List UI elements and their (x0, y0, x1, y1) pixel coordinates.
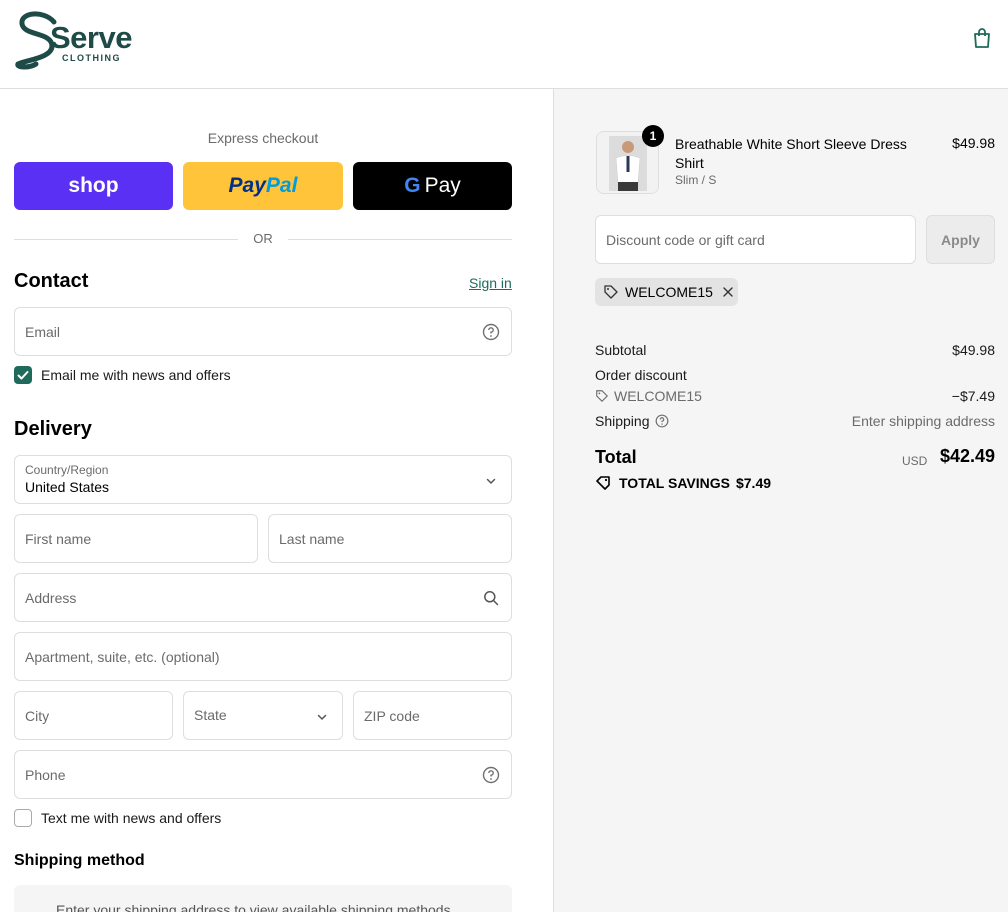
close-icon[interactable] (721, 285, 735, 299)
sms-news-label: Text me with news and offers (41, 810, 222, 826)
express-checkout-title: Express checkout (207, 130, 319, 146)
help-circle-icon[interactable] (655, 414, 669, 428)
applied-code-label: WELCOME15 (625, 284, 713, 300)
zip-field[interactable]: ZIP code (353, 691, 512, 740)
sign-in-link[interactable]: Sign in (469, 275, 512, 291)
chevron-down-icon (317, 714, 327, 721)
shop-pay-label: shop (68, 174, 119, 197)
or-divider-text: OR (253, 231, 273, 246)
logo-word: Serve (50, 20, 132, 55)
state-placeholder: State (194, 707, 227, 723)
google-pay-button[interactable]: G Pay (353, 162, 512, 210)
country-value: United States (25, 479, 110, 495)
sms-news-checkbox[interactable] (14, 809, 32, 827)
checkout-form: Express checkout shop Pay Pal G Pay OR Co… (0, 89, 553, 912)
email-news-checkbox-row[interactable]: Email me with news and offers (14, 366, 231, 384)
total-savings-value: $7.49 (735, 475, 772, 491)
logo-subtitle: CLOTHING (62, 53, 121, 63)
shipping-method-title: Shipping method (14, 852, 145, 869)
shop-pay-button[interactable]: shop (14, 162, 173, 210)
discount-code-input[interactable]: Discount code or gift card (595, 215, 916, 264)
zip-placeholder: ZIP code (364, 708, 420, 724)
paypal-label-a: Pay (228, 174, 266, 197)
divider-right (288, 239, 512, 240)
help-circle-icon[interactable] (482, 766, 500, 784)
phone-field[interactable]: Phone (14, 750, 512, 799)
total-savings-row: TOTAL SAVINGS $7.49 (595, 475, 771, 491)
address-field[interactable]: Address (14, 573, 512, 622)
order-summary: 1 Breathable White Short Sleeve Dress Sh… (553, 89, 1008, 912)
first-name-placeholder: First name (25, 531, 92, 547)
product-price: $49.98 (952, 135, 995, 151)
paypal-button[interactable]: Pay Pal (183, 162, 343, 210)
serve-logo[interactable]: Serve CLOTHING (14, 8, 134, 70)
help-circle-icon[interactable] (482, 323, 500, 341)
shopping-bag-icon[interactable] (970, 26, 994, 50)
address-placeholder: Address (25, 590, 77, 606)
applied-discount-chip: WELCOME15 (595, 278, 738, 306)
last-name-placeholder: Last name (279, 531, 345, 547)
google-pay-label: Pay (424, 174, 461, 197)
apartment-field[interactable]: Apartment, suite, etc. (optional) (14, 632, 512, 681)
subtotal-value: $49.98 (952, 342, 995, 358)
phone-placeholder: Phone (25, 767, 66, 783)
city-field[interactable]: City (14, 691, 173, 740)
subtotal-label: Subtotal (595, 342, 647, 358)
discount-placeholder: Discount code or gift card (606, 232, 765, 248)
apartment-placeholder: Apartment, suite, etc. (optional) (25, 649, 220, 665)
first-name-field[interactable]: First name (14, 514, 258, 563)
divider-left (14, 239, 238, 240)
discount-code-line: WELCOME15 (595, 388, 702, 404)
contact-title: Contact (14, 270, 89, 292)
total-label: Total (595, 447, 637, 467)
tag-icon (596, 476, 610, 490)
country-label: Country/Region (25, 463, 109, 477)
email-news-checkbox[interactable] (14, 366, 32, 384)
sms-news-checkbox-row[interactable]: Text me with news and offers (14, 809, 221, 827)
email-placeholder: Email (25, 324, 61, 340)
shipping-label-wrap: Shipping (595, 413, 669, 429)
email-news-label: Email me with news and offers (41, 367, 231, 383)
total-savings-label: TOTAL SAVINGS (619, 475, 730, 491)
shipping-method-message: Enter your shipping address to view avai… (56, 902, 455, 912)
shipping-value: Enter shipping address (851, 413, 995, 429)
tag-icon (596, 390, 608, 402)
header: Serve CLOTHING (0, 0, 1008, 89)
total-value: $42.49 (939, 446, 995, 466)
shipping-label: Shipping (595, 413, 650, 429)
product-name: Breathable White Short Sleeve Dress Shir… (675, 136, 907, 171)
checkmark-icon (17, 371, 29, 380)
last-name-field[interactable]: Last name (268, 514, 512, 563)
product-variant: Slim / S (675, 173, 717, 187)
apply-discount-button[interactable]: Apply (926, 215, 995, 264)
country-select[interactable]: Country/Region United States (14, 455, 512, 504)
shipping-method-box: Enter your shipping address to view avai… (14, 885, 512, 912)
email-field[interactable]: Email (14, 307, 512, 356)
city-placeholder: City (25, 708, 50, 724)
discount-value: −$7.49 (951, 388, 995, 404)
google-g-icon: G (404, 174, 421, 197)
delivery-title: Delivery (14, 418, 92, 440)
paypal-label-b: Pal (265, 174, 298, 197)
search-icon (484, 591, 499, 606)
tag-icon (604, 285, 618, 299)
total-currency: USD (902, 454, 928, 468)
state-select[interactable]: State (183, 691, 343, 740)
chevron-down-icon (486, 478, 496, 485)
quantity-badge: 1 (642, 125, 664, 147)
order-discount-label: Order discount (595, 367, 687, 383)
discount-code-text: WELCOME15 (614, 388, 702, 404)
